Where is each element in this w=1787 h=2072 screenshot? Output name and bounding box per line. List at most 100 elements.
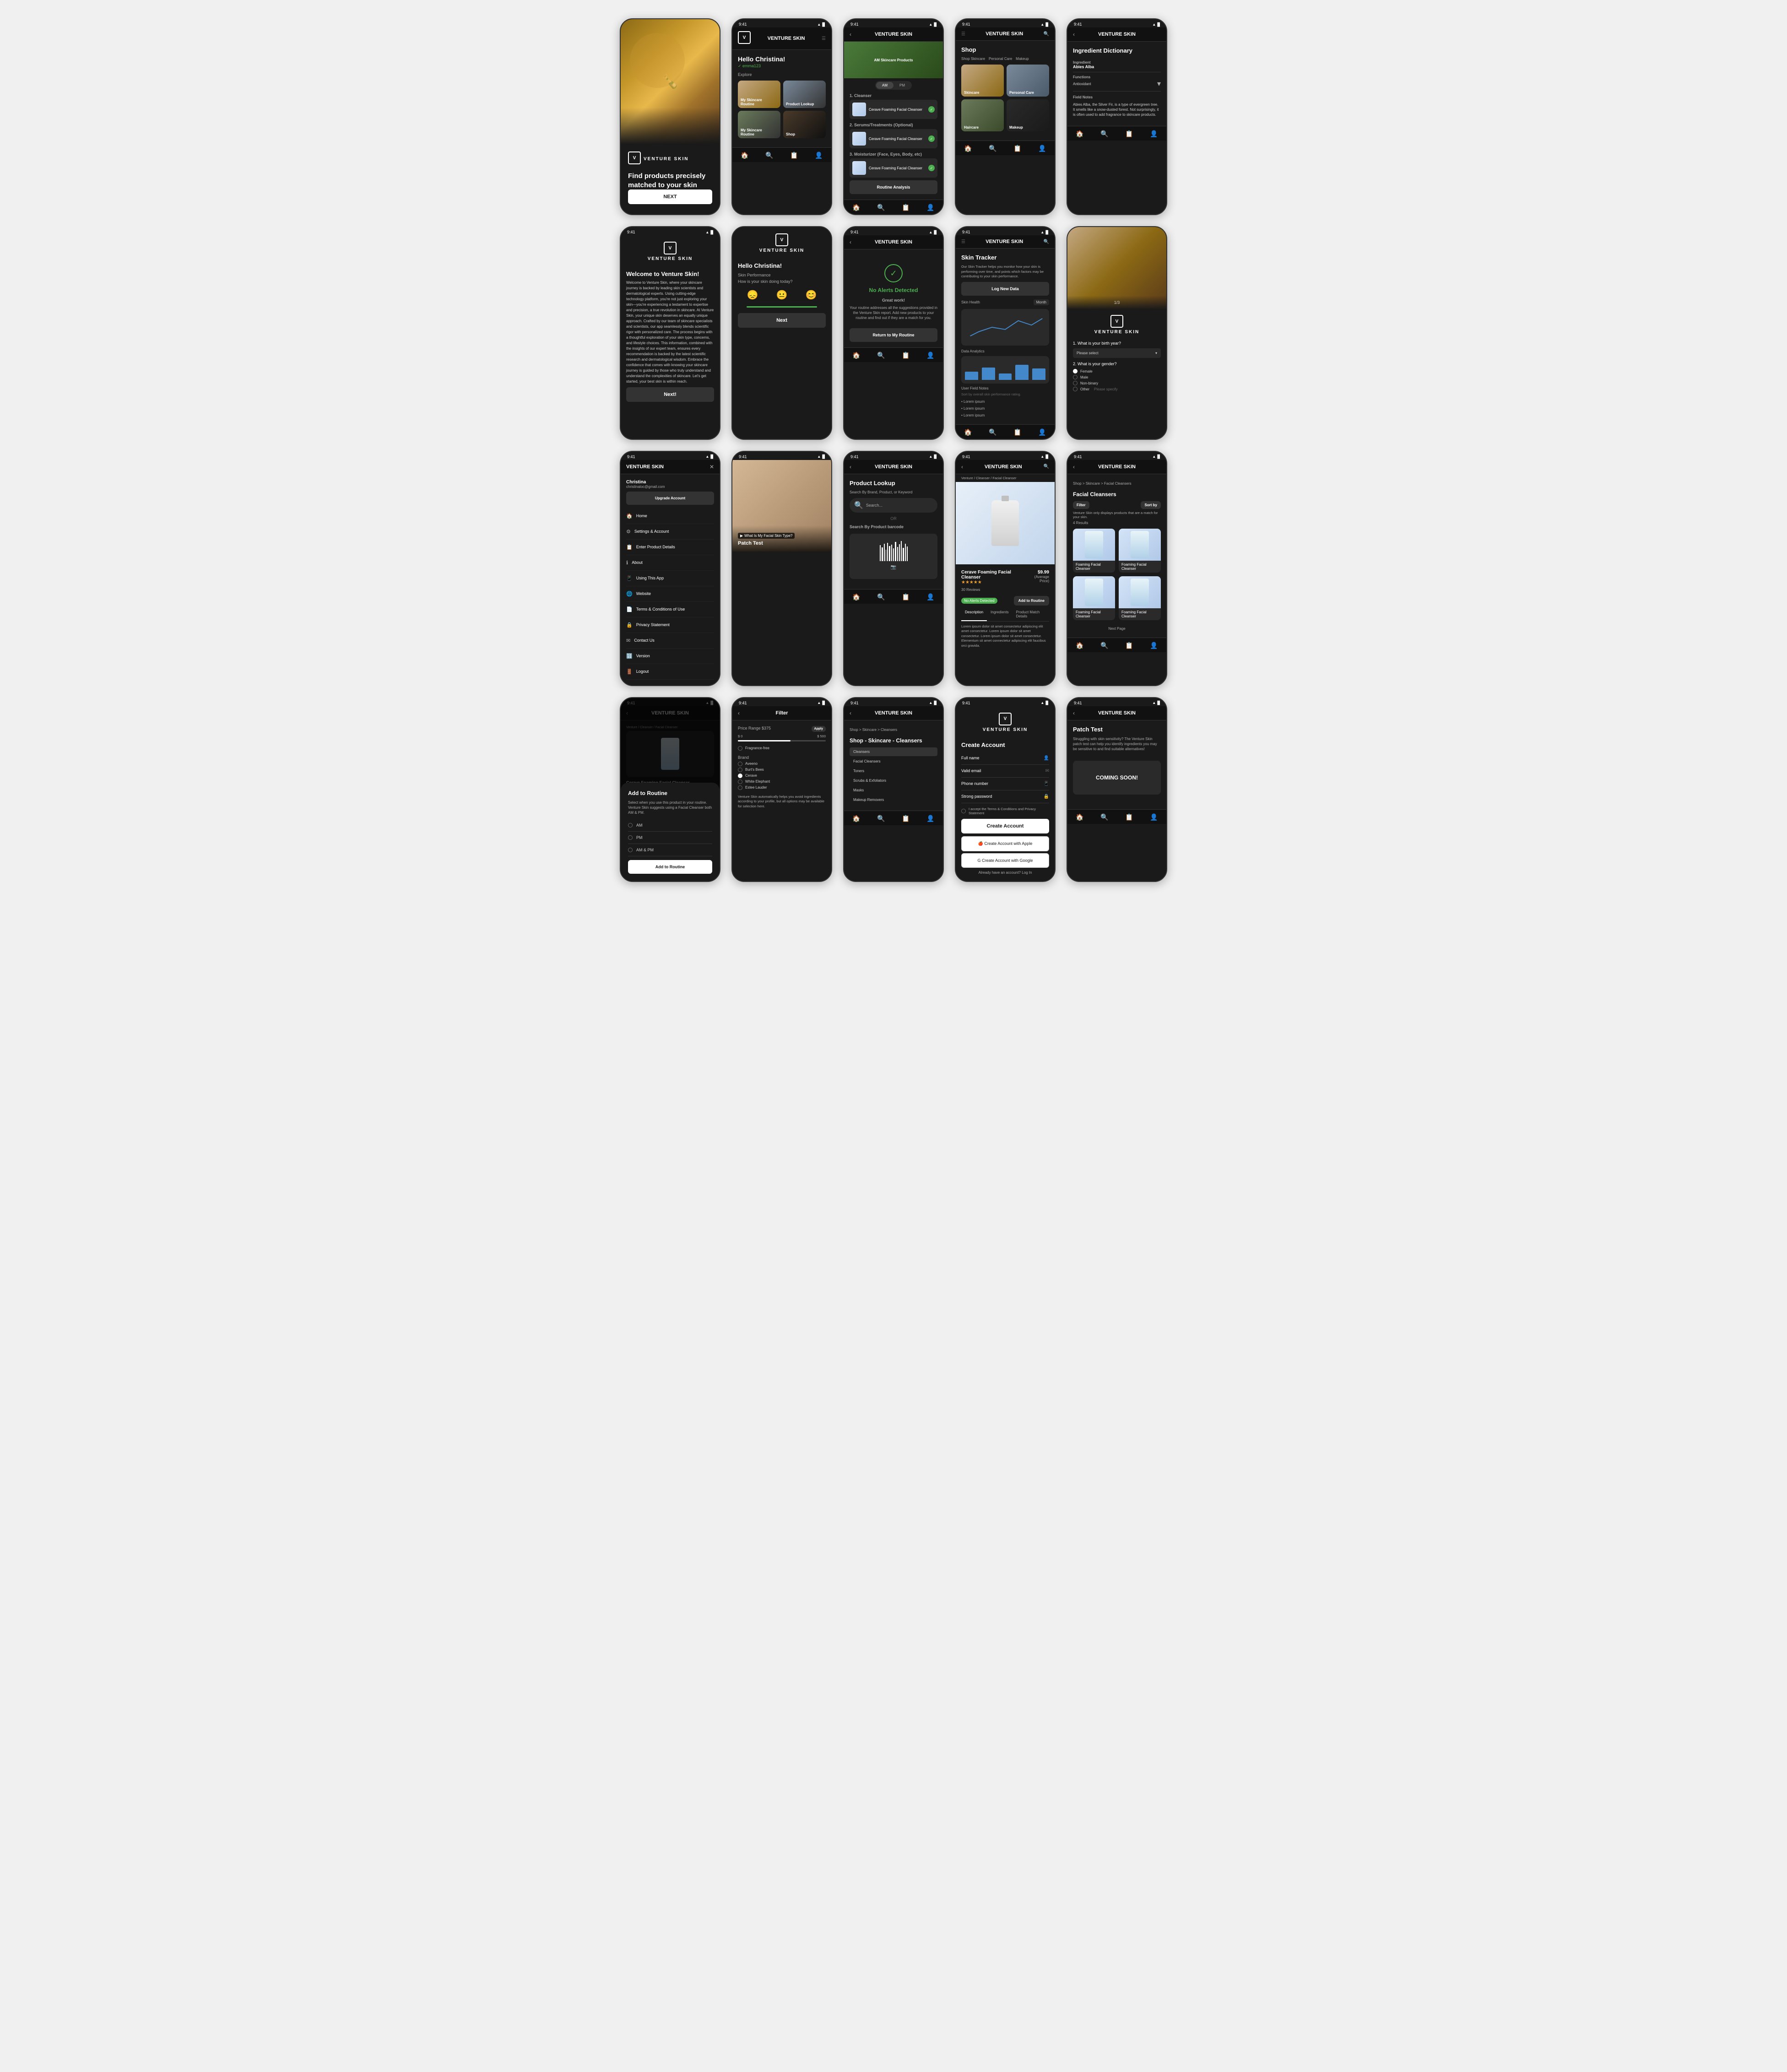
- birth-year-select[interactable]: Please select ▾: [1073, 348, 1161, 358]
- sort-btn[interactable]: Sort by: [1141, 501, 1161, 509]
- emoji-sad[interactable]: 😞: [747, 289, 758, 301]
- tab-profile-lookup[interactable]: 👤: [926, 593, 934, 601]
- menu-item-privacy[interactable]: 🔒 Privacy Statement: [626, 617, 714, 633]
- tab-home-ingredient[interactable]: 🏠: [1076, 130, 1083, 138]
- hero-next-button[interactable]: NEXT: [628, 189, 712, 204]
- tab-profile-alerts[interactable]: 👤: [926, 352, 934, 359]
- google-signin-btn[interactable]: G Create Account with Google: [961, 853, 1049, 868]
- tab-home[interactable]: 🏠: [741, 151, 748, 159]
- tab-profile-ingredient[interactable]: 👤: [1150, 130, 1158, 138]
- cleanser-card-4[interactable]: Foaming Facial Cleanser: [1119, 576, 1161, 620]
- estee-checkbox[interactable]: [738, 785, 742, 790]
- perf-next-btn[interactable]: Next: [738, 313, 826, 328]
- price-slider[interactable]: [738, 740, 826, 741]
- menu-item-logout[interactable]: 🚪 Logout: [626, 664, 714, 680]
- white-elephant-checkbox[interactable]: [738, 779, 742, 784]
- menu-item-using-app[interactable]: 📱 Using This App: [626, 571, 714, 586]
- menu-item-home[interactable]: 🏠 Home: [626, 509, 714, 524]
- tab-profile-shop[interactable]: 👤: [1038, 145, 1046, 152]
- explore-card-1[interactable]: My SkincareRoutine: [738, 81, 780, 108]
- tab-routine-alerts[interactable]: 📋: [902, 352, 910, 359]
- welcome-next-btn[interactable]: Next!: [626, 387, 714, 402]
- tab-search-filter-sidebar[interactable]: 🔍: [877, 815, 885, 822]
- back-button[interactable]: ‹: [850, 31, 851, 38]
- explore-card-4[interactable]: Shop: [783, 111, 826, 138]
- next-page-btn[interactable]: Next Page: [1108, 627, 1125, 631]
- close-menu[interactable]: ✕: [709, 464, 714, 470]
- tab-routine[interactable]: 📋: [790, 151, 798, 159]
- tab-routine-ingredient[interactable]: 📋: [1125, 130, 1133, 138]
- cat-masks[interactable]: Masks: [850, 786, 937, 795]
- tab-profile-routine[interactable]: 👤: [926, 204, 934, 211]
- tab-profile-cleansers[interactable]: 👤: [1150, 642, 1158, 649]
- phone-placeholder[interactable]: Phone number: [961, 781, 1041, 786]
- tab-home-alerts[interactable]: 🏠: [852, 352, 860, 359]
- routine-pm-option[interactable]: PM: [628, 832, 712, 844]
- back-filter[interactable]: ‹: [738, 710, 740, 716]
- shop-card-skincare[interactable]: Skincare: [961, 65, 1004, 97]
- add-routine-modal-btn[interactable]: Add to Routine: [628, 860, 712, 874]
- timeframe-selector[interactable]: Month: [1034, 299, 1049, 305]
- tab-search-routine[interactable]: 🔍: [877, 204, 885, 211]
- shop-card-haircare[interactable]: Haircare: [961, 99, 1004, 131]
- other-radio[interactable]: [1073, 387, 1078, 391]
- aveeno-checkbox[interactable]: [738, 762, 742, 766]
- tab-search-ingredient[interactable]: 🔍: [1100, 130, 1108, 138]
- tab-routine-patch[interactable]: 📋: [1125, 813, 1133, 821]
- tab-routine-tracker[interactable]: 📋: [1013, 428, 1021, 436]
- shop-card-makeup[interactable]: Makeup: [1007, 99, 1049, 131]
- cat-toners[interactable]: Toners: [850, 767, 937, 775]
- tab-profile-tracker[interactable]: 👤: [1038, 428, 1046, 436]
- camera-icon[interactable]: 📷: [859, 565, 928, 570]
- menu-item-website[interactable]: 🌐 Website: [626, 586, 714, 602]
- cat-scrubs[interactable]: Scrubs & Exfoliators: [850, 776, 937, 785]
- tab-home-lookup[interactable]: 🏠: [852, 593, 860, 601]
- emoji-happy[interactable]: 😊: [806, 289, 817, 301]
- menu-item-about[interactable]: ℹ About: [626, 555, 714, 571]
- apple-signin-btn[interactable]: 🍎 Create Account with Apple: [961, 836, 1049, 851]
- detail-search-icon[interactable]: 🔍: [1044, 464, 1049, 469]
- menu-item-product-details[interactable]: 📋 Enter Product Details: [626, 540, 714, 555]
- tab-home-filter-sidebar[interactable]: 🏠: [852, 815, 860, 822]
- tab-search[interactable]: 🔍: [765, 151, 773, 159]
- tab-home-patch[interactable]: 🏠: [1076, 813, 1083, 821]
- password-placeholder[interactable]: Strong password: [961, 794, 1041, 799]
- tab-ingredients[interactable]: Ingredients: [987, 608, 1013, 621]
- apply-btn[interactable]: Apply: [812, 726, 826, 732]
- routine-am-option[interactable]: AM: [628, 819, 712, 832]
- tab-profile-patch[interactable]: 👤: [1150, 813, 1158, 821]
- nonbinary-radio[interactable]: [1073, 381, 1078, 385]
- shop-nav-makeup[interactable]: Makeup: [1016, 57, 1029, 61]
- tab-search-patch[interactable]: 🔍: [1100, 813, 1108, 821]
- back-detail[interactable]: ‹: [961, 464, 963, 470]
- tab-routine-cleansers[interactable]: 📋: [1125, 642, 1133, 649]
- tab-search-alerts[interactable]: 🔍: [877, 352, 885, 359]
- back-patch[interactable]: ‹: [1073, 710, 1075, 716]
- terms-checkbox[interactable]: [961, 809, 966, 813]
- emoji-neutral[interactable]: 😐: [776, 289, 788, 301]
- routine-analysis-button[interactable]: Routine Analysis: [850, 180, 937, 194]
- cleanser-card-3[interactable]: Foaming Facial Cleanser: [1073, 576, 1115, 620]
- back-ingredient[interactable]: ‹: [1073, 31, 1075, 38]
- cleanser-card-2[interactable]: Foaming Facial Cleanser: [1119, 529, 1161, 573]
- male-radio[interactable]: [1073, 375, 1078, 379]
- tab-match[interactable]: Product Match Details: [1013, 608, 1049, 621]
- return-routine-btn[interactable]: Return to My Routine: [850, 328, 937, 342]
- am-tab[interactable]: AM: [876, 82, 894, 89]
- login-link[interactable]: Already have an account? Log In: [961, 871, 1049, 875]
- tab-routine-shop[interactable]: 📋: [1013, 145, 1021, 152]
- cat-makeup-removers[interactable]: Makeup Removers: [850, 795, 937, 804]
- female-radio[interactable]: [1073, 369, 1078, 373]
- fullname-placeholder[interactable]: Full name: [961, 756, 1041, 760]
- tab-routine-active[interactable]: 📋: [902, 204, 910, 211]
- menu-item-version[interactable]: 🔢 Version: [626, 649, 714, 664]
- back-lookup[interactable]: ‹: [850, 464, 851, 470]
- burts-checkbox[interactable]: [738, 768, 742, 772]
- add-to-routine-btn-detail[interactable]: Add to Routine: [1014, 596, 1049, 606]
- tab-search-cleansers[interactable]: 🔍: [1100, 642, 1108, 649]
- shop-nav-skincare[interactable]: Shop Skincare: [961, 57, 985, 61]
- cleanser-card-1[interactable]: Foaming Facial Cleanser: [1073, 529, 1115, 573]
- explore-card-3[interactable]: My SkincareRoutine: [738, 111, 780, 138]
- menu-item-terms[interactable]: 📄 Terms & Conditions of Use: [626, 602, 714, 617]
- tab-search-shop[interactable]: 🔍: [989, 145, 996, 152]
